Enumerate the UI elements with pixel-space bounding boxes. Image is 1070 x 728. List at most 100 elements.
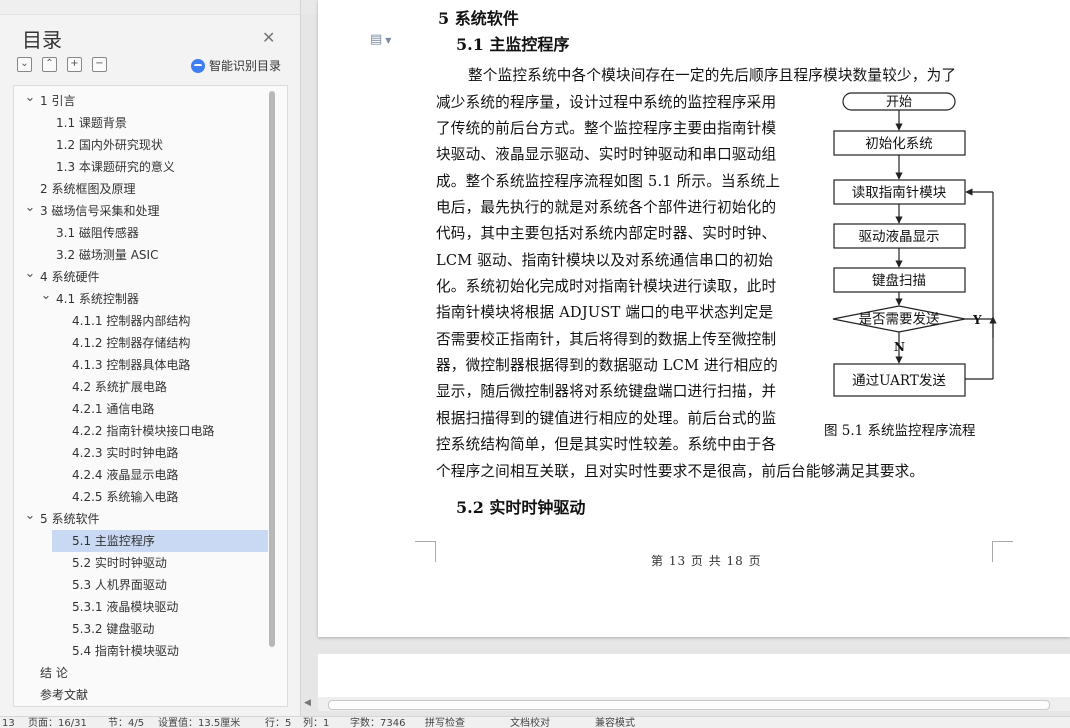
paragraph-line: 否需要校正指南针，其后将得到的数据上传至微控制 — [436, 331, 777, 348]
toc-item[interactable]: 2 系统框图及原理 — [14, 178, 272, 200]
toc-item-label: 4.1.2 控制器存储结构 — [72, 336, 191, 350]
scrollbar-thumb[interactable] — [328, 700, 1050, 710]
horizontal-scrollbar[interactable]: ◀ — [304, 697, 1070, 711]
toc-item[interactable]: 5.3.2 键盘驱动 — [14, 618, 272, 640]
chapter-heading: 5 系统软件 — [438, 9, 519, 28]
flow-read-label: 读取指南针模块 — [852, 185, 947, 201]
toc-item-label: 5.3 人机界面驱动 — [72, 578, 167, 592]
collapse-all-icon[interactable]: ⌄ — [17, 57, 32, 72]
section-heading: 5.1 主监控程序 — [456, 35, 570, 54]
toc-item[interactable]: ⌄ 3 磁场信号采集和处理 — [14, 200, 272, 222]
toc-item[interactable]: ⌄ 4 系统硬件 — [14, 266, 272, 288]
figure-caption: 图 5.1 系统监控程序流程 — [824, 423, 976, 439]
toc-item-label: 4.1.1 控制器内部结构 — [72, 314, 191, 328]
document-page[interactable]: ▤ ▼ 5 系统软件 5.1 主监控程序 整个监控系统中各个模块间存在一定的先后顺… — [318, 0, 1070, 637]
toc-item[interactable]: 参考文献 — [14, 684, 272, 706]
paragraph-line: 显示，随后微控制器将对系统键盘端口进行扫描，并 — [436, 383, 777, 400]
toc-item-label: 5.4 指南针模块驱动 — [72, 644, 179, 658]
flowchart: 开始 初始化系统 读取指南针模块 驱动液晶显示 键盘扫描 是否需要发送 Y N … — [832, 92, 997, 397]
toc-item[interactable]: ⌄ 4.1 系统控制器 — [14, 288, 272, 310]
toc-item[interactable]: 4.1.3 控制器具体电路 — [14, 354, 272, 376]
toc-item[interactable]: 4.1.2 控制器存储结构 — [14, 332, 272, 354]
toc-item-label: 5.1 主监控程序 — [72, 534, 155, 548]
flow-yes-label: Y — [972, 313, 982, 327]
chevron-down-icon[interactable]: ⌄ — [24, 87, 36, 109]
close-icon[interactable]: ✕ — [262, 28, 275, 47]
toc-item-label: 5.3.2 键盘驱动 — [72, 622, 155, 636]
toc-item[interactable]: 4.2.2 指南针模块接口电路 — [14, 420, 272, 442]
toc-item-label: 4.1 系统控制器 — [56, 292, 139, 306]
toc-item-label: 5 系统软件 — [40, 512, 100, 526]
smart-toc-button[interactable]: 智能识别目录 — [191, 57, 281, 74]
toc-item[interactable]: 5.4 指南针模块驱动 — [14, 640, 272, 662]
paragraph-line: 代码，其中主要包括对系统内部定时器、实时时钟、 — [436, 225, 777, 242]
toc-item[interactable]: ⌄ 1 引言 — [14, 90, 272, 112]
toc-item-label: 1.2 国内外研究现状 — [56, 138, 163, 152]
status-bar: 13 页面：16/31 节：4/5 设置值：13.5厘米 行：5 列：1 字数：… — [0, 716, 1070, 728]
page-corner-mark — [992, 541, 1013, 562]
paragraph-line: 化。系统初始化完成时对指南针模块进行读取，此时 — [436, 278, 777, 295]
paragraph-line: 块驱动、液晶显示驱动、实时时钟驱动和串口驱动组 — [436, 146, 777, 163]
paragraph-line: 成。整个系统监控程序流程如图 5.1 所示。当系统上 — [436, 173, 781, 190]
expand-up-icon[interactable]: ⌃ — [42, 57, 57, 72]
toc-item[interactable]: 4.2.4 液晶显示电路 — [14, 464, 272, 486]
flow-keys-label: 键盘扫描 — [872, 272, 926, 289]
add-entry-icon[interactable]: + — [67, 57, 82, 72]
paragraph-line: 整个监控系统中各个模块间存在一定的先后顺序且程序模块数量较少，为了 — [468, 67, 957, 84]
next-section-heading: 5.2 实时时钟驱动 — [456, 498, 586, 517]
toc-item-label: 4.2.1 通信电路 — [72, 402, 155, 416]
toc-item[interactable]: 5.3 人机界面驱动 — [14, 574, 272, 596]
paragraph-line: 个程序之间相互关联，且对实时性要求不是很高，前后台能够满足其要求。 — [436, 463, 925, 480]
toc-item[interactable]: 4.1.1 控制器内部结构 — [14, 310, 272, 332]
ai-assistant-icon — [191, 58, 205, 73]
chevron-down-icon[interactable]: ⌄ — [24, 505, 36, 527]
toc-item[interactable]: 结 论 — [14, 662, 272, 684]
toc-item-label: 4.2.2 指南针模块接口电路 — [72, 424, 215, 438]
paragraph-line: 器，微控制器根据得到的数据驱动 LCM 进行相应的 — [436, 357, 778, 374]
scroll-left-icon[interactable]: ◀ — [304, 698, 311, 708]
chevron-down-icon[interactable]: ⌄ — [40, 285, 52, 307]
toc-item-label: 4.2 系统扩展电路 — [72, 380, 167, 394]
chevron-down-icon[interactable]: ⌄ — [24, 197, 36, 219]
sidebar-top-strip — [0, 0, 300, 15]
toc-item[interactable]: ⌄ 5 系统软件 — [14, 508, 272, 530]
toc-item[interactable]: 3.1 磁阻传感器 — [14, 222, 272, 244]
chevron-down-icon[interactable]: ⌄ — [24, 263, 36, 285]
toc-scrollbar[interactable] — [269, 91, 275, 647]
toc-item-label: 1.3 本课题研究的意义 — [56, 160, 175, 174]
toc-item[interactable]: 5.1 主监控程序 — [14, 530, 272, 552]
smart-toc-label: 智能识别目录 — [209, 59, 282, 73]
toc-item[interactable]: 1.2 国内外研究现状 — [14, 134, 272, 156]
toc-item-label: 4.2.3 实时时钟电路 — [72, 446, 179, 460]
paragraph-line: 电后，最先执行的就是对系统各个部件进行初始化的 — [436, 199, 777, 216]
paragraph-line: 了传统的前后台方式。整个监控程序主要由指南针模 — [436, 120, 777, 137]
flow-start-label: 开始 — [886, 95, 912, 110]
toc-item-label: 4.2.4 液晶显示电路 — [72, 468, 179, 482]
toc-item[interactable]: 5.3.1 液晶模块驱动 — [14, 596, 272, 618]
toc-item[interactable]: 3.2 磁场测量 ASIC — [14, 244, 272, 266]
flow-decision-label: 是否需要发送 — [859, 312, 940, 328]
toc-item[interactable]: 1.1 课题背景 — [14, 112, 272, 134]
toc-item[interactable]: 1.3 本课题研究的意义 — [14, 156, 272, 178]
toc-item[interactable]: 4.2.1 通信电路 — [14, 398, 272, 420]
toc-item[interactable]: 4.2.3 实时时钟电路 — [14, 442, 272, 464]
toc-panel: ⌄ 1 引言 1.1 课题背景 1.2 国内外研究现状 1.3 本课题研究的意义 2 系统… — [13, 85, 288, 707]
toc-item-label: 结 论 — [40, 666, 68, 680]
toc-toolbar: ⌄ ⌃ + − — [17, 57, 107, 72]
remove-entry-icon[interactable]: − — [92, 57, 107, 72]
toc-sidebar: 目录 ✕ ⌄ ⌃ + − 智能识别目录 ⌄ 1 引言 1.1 课题背景 1.2 国内外… — [0, 0, 301, 716]
page-corner-mark — [415, 541, 436, 562]
document-icon[interactable]: ▤ ▼ — [370, 32, 391, 47]
paragraph-line: LCM 驱动、指南针模块以及对系统通信串口的初始 — [436, 252, 774, 269]
toc-item-label: 1.1 课题背景 — [56, 116, 127, 130]
sidebar-title: 目录 — [22, 28, 62, 52]
toc-item[interactable]: 4.2.5 系统输入电路 — [14, 486, 272, 508]
toc-item-label: 参考文献 — [40, 688, 89, 702]
paragraph-line: 指南针模块将根据 ADJUST 端口的电平状态判定是 — [436, 304, 774, 321]
flow-send-label: 通过UART发送 — [852, 373, 946, 389]
toc-item[interactable]: 5.2 实时时钟驱动 — [14, 552, 272, 574]
toc-item-label: 4.2.5 系统输入电路 — [72, 490, 179, 504]
toc-item-label: 1 引言 — [40, 94, 76, 108]
toc-item-label: 2 系统框图及原理 — [40, 182, 136, 196]
toc-item[interactable]: 4.2 系统扩展电路 — [14, 376, 272, 398]
